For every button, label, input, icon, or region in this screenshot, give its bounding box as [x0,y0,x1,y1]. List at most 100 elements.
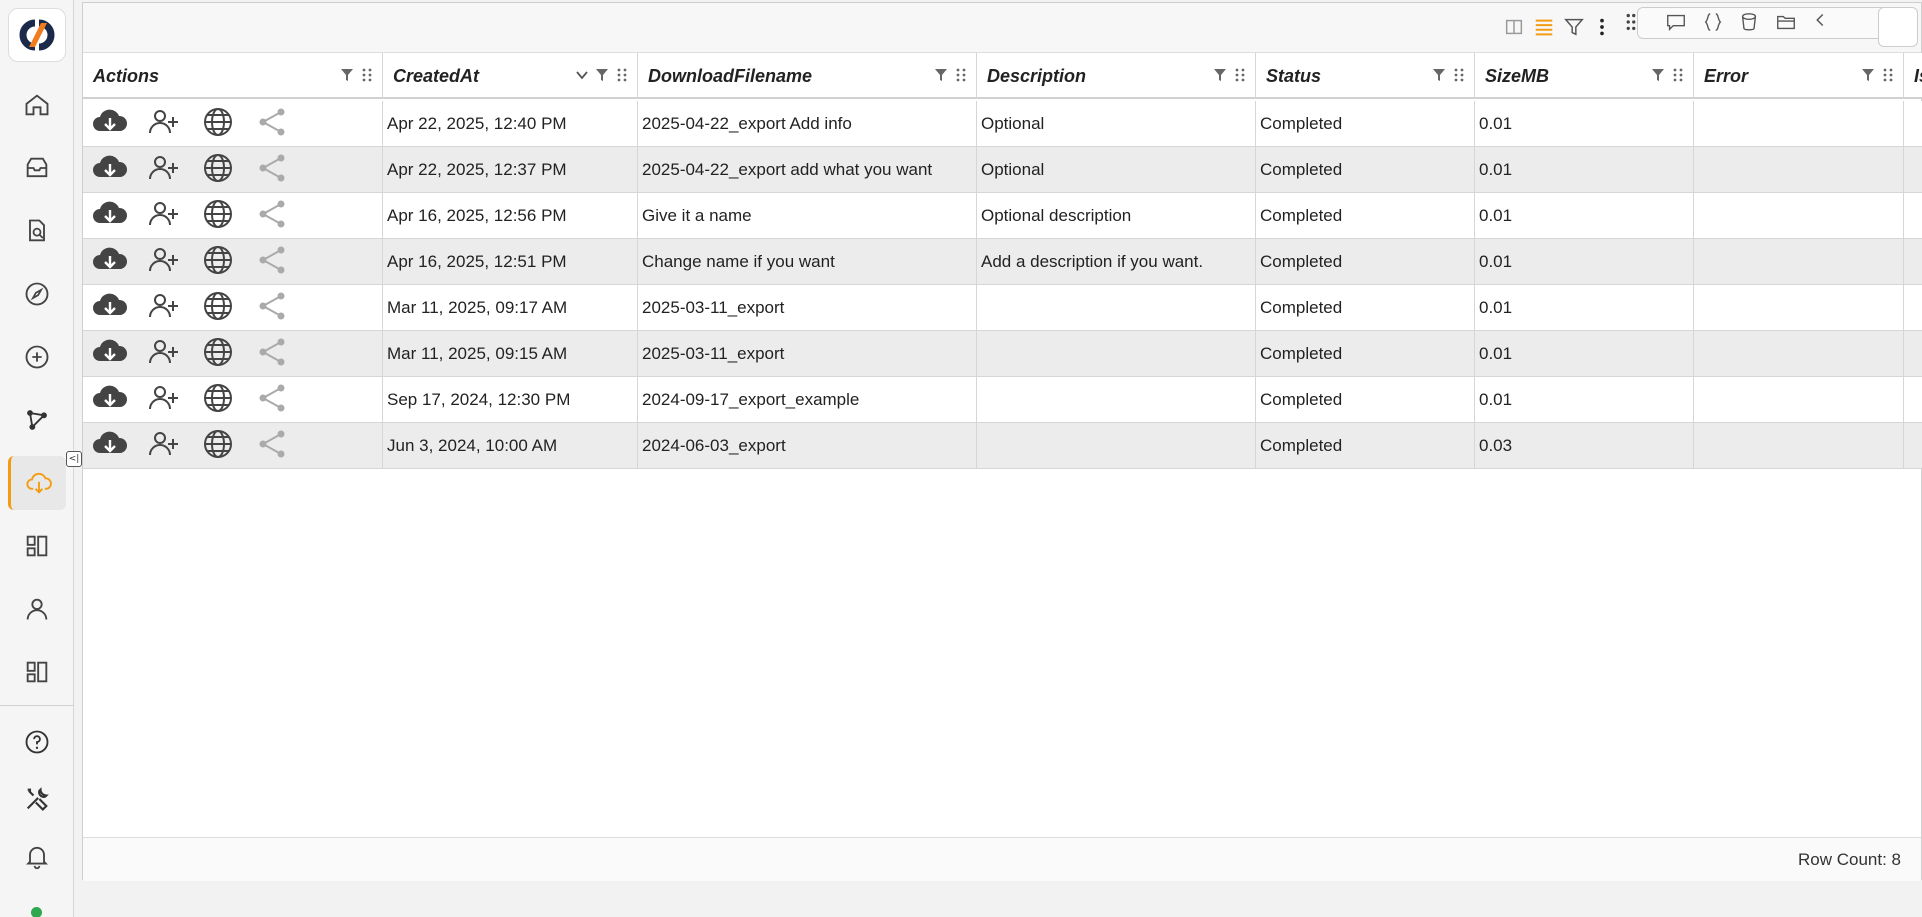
cloud-download-icon[interactable] [91,151,129,190]
filter-icon[interactable] [1561,14,1587,40]
sidebar-item-add[interactable] [8,330,66,384]
sidebar-item-user[interactable] [8,582,66,636]
cloud-download-icon[interactable] [91,381,129,420]
table-row[interactable]: Apr 16, 2025, 12:51 PM Change name if you… [83,239,1922,285]
error-cell [1694,147,1904,193]
add-user-icon[interactable] [145,105,183,144]
sidebar-item-document-search[interactable] [8,204,66,258]
column-drag-icon[interactable] [1881,67,1895,83]
share-icon[interactable] [253,381,291,420]
cloud-download-icon[interactable] [91,427,129,466]
column-filter-icon[interactable] [1861,67,1875,83]
sidebar-item-inbox[interactable] [8,141,66,195]
column-header-is[interactable]: Is [1904,53,1922,99]
column-header-downloadfilename[interactable]: DownloadFilename [638,53,977,99]
column-label: CreatedAt [393,65,480,86]
folder-icon[interactable] [1773,9,1799,35]
add-user-icon[interactable] [145,151,183,190]
chevron-left-icon[interactable] [1807,7,1833,33]
sidebar-item-downloads[interactable] [8,456,66,510]
filename-cell: Give it a name [638,193,977,239]
cloud-download-icon[interactable] [91,335,129,374]
description-cell: Optional description [977,193,1256,239]
table-row[interactable]: Apr 22, 2025, 12:40 PM 2025-04-22_export … [83,101,1922,147]
globe-icon[interactable] [199,197,237,236]
sidebar-item-layout[interactable] [8,645,66,699]
table-row[interactable]: Jun 3, 2024, 10:00 AM 2024-06-03_export Co… [83,423,1922,469]
sidebar-item-notifications[interactable] [8,829,66,883]
share-icon[interactable] [253,243,291,282]
column-header-status[interactable]: Status [1256,53,1475,99]
column-header-error[interactable]: Error [1694,53,1904,99]
share-icon[interactable] [253,427,291,466]
add-user-icon[interactable] [145,381,183,420]
globe-icon[interactable] [199,105,237,144]
globe-icon[interactable] [199,243,237,282]
column-drag-icon[interactable] [1233,67,1247,83]
add-user-icon[interactable] [145,335,183,374]
filename-cell: 2025-04-22_export Add info [638,101,977,147]
columns-icon[interactable] [1501,14,1527,40]
more-vert-icon[interactable] [1589,14,1615,40]
table-row[interactable]: Mar 11, 2025, 09:15 AM 2025-03-11_export C… [83,331,1922,377]
sidebar-item-home[interactable] [8,78,66,132]
share-icon[interactable] [253,105,291,144]
table-row[interactable]: Mar 11, 2025, 09:17 AM 2025-03-11_export C… [83,285,1922,331]
column-header-createdat[interactable]: CreatedAt [383,53,638,99]
sort-desc-icon[interactable] [575,67,589,83]
drag-handle-icon[interactable] [1618,9,1644,35]
globe-icon[interactable] [199,427,237,466]
cloud-logo[interactable] [8,8,66,62]
add-circle-icon [25,345,49,369]
globe-icon[interactable] [199,151,237,190]
share-icon[interactable] [253,335,291,374]
globe-icon[interactable] [199,289,237,328]
database-icon[interactable] [1736,9,1762,35]
sidebar-collapse-icon[interactable]: <| [66,451,82,467]
share-icon[interactable] [253,197,291,236]
column-filter-icon[interactable] [1432,67,1446,83]
cloud-download-icon[interactable] [91,105,129,144]
column-drag-icon[interactable] [360,67,374,83]
sidebar-item-explore[interactable] [8,267,66,321]
comment-icon[interactable] [1663,9,1689,35]
share-icon[interactable] [253,151,291,190]
column-filter-icon[interactable] [1651,67,1665,83]
column-drag-icon[interactable] [954,67,968,83]
add-user-icon[interactable] [145,197,183,236]
sidebar-item-help[interactable] [8,715,66,769]
column-header-actions[interactable]: Actions [83,53,383,99]
column-header-description[interactable]: Description [977,53,1256,99]
cloud-download-icon[interactable] [91,197,129,236]
braces-icon[interactable] [1700,9,1726,35]
add-user-icon[interactable] [145,289,183,328]
sidebar-item-graph[interactable] [8,393,66,447]
column-header-sizemb[interactable]: SizeMB [1475,53,1694,99]
list-icon[interactable] [1531,14,1557,40]
column-filter-icon[interactable] [340,67,354,83]
description-cell: Optional [977,147,1256,193]
column-filter-icon[interactable] [1213,67,1227,83]
column-filter-icon[interactable] [595,67,609,83]
cloud-download-icon[interactable] [91,289,129,328]
column-filter-icon[interactable] [934,67,948,83]
logo-icon [19,19,55,51]
add-user-icon[interactable] [145,427,183,466]
column-label: Is [1914,65,1922,86]
globe-icon[interactable] [199,381,237,420]
add-user-icon[interactable] [145,243,183,282]
column-drag-icon[interactable] [1671,67,1685,83]
cloud-download-icon[interactable] [91,243,129,282]
sidebar-divider [0,705,74,706]
table-row[interactable]: Apr 16, 2025, 12:56 PM Give it a name Opti… [83,193,1922,239]
table-row[interactable]: Sep 17, 2024, 12:30 PM 2024-09-17_export_… [83,377,1922,423]
sidebar-item-tools[interactable] [8,772,66,826]
table-row[interactable]: Apr 22, 2025, 12:37 PM 2025-04-22_export … [83,147,1922,193]
column-drag-icon[interactable] [615,67,629,83]
size-cell: 0.01 [1475,285,1694,331]
globe-icon[interactable] [199,335,237,374]
share-icon[interactable] [253,289,291,328]
sidebar-item-dashboard[interactable] [8,519,66,573]
help-icon [25,730,49,754]
column-drag-icon[interactable] [1452,67,1466,83]
